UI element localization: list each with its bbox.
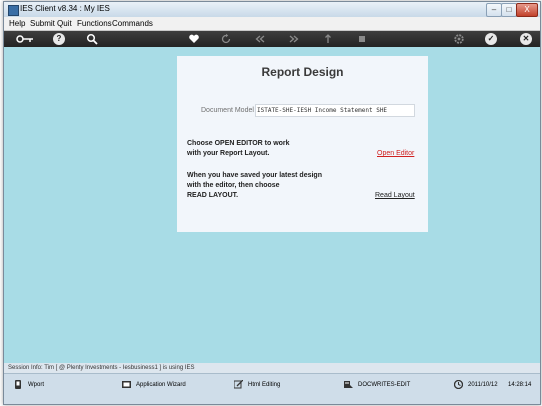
- menu-quit[interactable]: Quit: [57, 19, 72, 28]
- main-content: Report Design Document Model ISTATE-SHE-…: [4, 47, 540, 363]
- maximize-button[interactable]: □: [501, 3, 517, 17]
- session-info: Session Info: Tim [ @ Plenty Investments…: [4, 363, 540, 373]
- instruction-read-layout-line3: READ LAYOUT.: [187, 192, 239, 199]
- minimize-button[interactable]: –: [486, 3, 502, 17]
- docwrites-icon: [344, 380, 353, 388]
- docwrites-item[interactable]: DOCWRITES-EDIT: [344, 379, 410, 391]
- report-design-panel: Report Design Document Model ISTATE-SHE-…: [177, 56, 428, 232]
- open-editor-link[interactable]: Open Editor: [377, 150, 414, 157]
- instruction-open-editor-line1: Choose OPEN EDITOR to work: [187, 140, 290, 147]
- refresh-icon[interactable]: [220, 33, 232, 45]
- instruction-open-editor-line2: with your Report Layout.: [187, 150, 270, 157]
- page-title: Report Design: [261, 65, 344, 79]
- check-icon[interactable]: ✓: [485, 33, 497, 45]
- stop-icon[interactable]: [356, 33, 368, 45]
- settings-icon[interactable]: [453, 33, 465, 45]
- clock-icon: [454, 379, 463, 389]
- toolbar: ? ✓ ✕: [4, 31, 540, 47]
- application-wizard-item[interactable]: Application Wizard: [122, 379, 186, 391]
- close-window-button[interactable]: X: [516, 3, 538, 17]
- status-bar: Wport Application Wizard Html Editing DO…: [4, 373, 540, 404]
- menu-bar: Help Submit Quit Functions Commands: [4, 17, 540, 31]
- wport-label: Wport: [28, 382, 45, 388]
- instruction-read-layout-line1: When you have saved your latest design: [187, 172, 322, 179]
- help-icon[interactable]: ?: [53, 33, 65, 45]
- wport-icon: [15, 379, 21, 389]
- status-time: 14:28:14: [508, 382, 532, 388]
- session-info-text: Session Info: Tim [ @ Plenty Investments…: [8, 365, 195, 371]
- html-editing-label: Html Editing: [248, 382, 281, 388]
- menu-submit[interactable]: Submit: [30, 19, 55, 28]
- menu-functions[interactable]: Functions: [77, 19, 112, 28]
- status-date: 2011/10/12: [468, 382, 498, 388]
- application-wizard-label: Application Wizard: [136, 382, 186, 388]
- instruction-read-layout-line2: with the editor, then choose: [187, 182, 280, 189]
- wizard-icon: [122, 380, 131, 388]
- app-window: IES Client v8.34 : My IES – □ X Help Sub…: [3, 1, 541, 405]
- menu-commands[interactable]: Commands: [112, 19, 153, 28]
- wport-item[interactable]: Wport: [14, 379, 44, 391]
- heart-icon[interactable]: [188, 33, 200, 45]
- fast-forward-icon[interactable]: [288, 33, 300, 45]
- document-model-field[interactable]: ISTATE-SHE-IESH Income Statement SHE: [255, 104, 415, 117]
- html-editing-item[interactable]: Html Editing: [234, 379, 280, 391]
- window-title: IES Client v8.34 : My IES: [20, 4, 110, 13]
- upload-icon[interactable]: [322, 33, 334, 45]
- app-icon: [8, 5, 19, 16]
- docwrites-label: DOCWRITES-EDIT: [358, 382, 411, 388]
- title-bar: IES Client v8.34 : My IES – □ X: [4, 2, 540, 17]
- menu-help[interactable]: Help: [9, 19, 25, 28]
- key-icon[interactable]: [16, 33, 34, 45]
- clock-item: 2011/10/12: [454, 379, 498, 391]
- rewind-icon[interactable]: [254, 33, 266, 45]
- close-icon[interactable]: ✕: [520, 33, 532, 45]
- read-layout-link[interactable]: Read Layout: [375, 192, 415, 199]
- html-editing-icon: [234, 379, 243, 389]
- search-icon[interactable]: [86, 33, 98, 45]
- document-model-label: Document Model: [201, 107, 254, 114]
